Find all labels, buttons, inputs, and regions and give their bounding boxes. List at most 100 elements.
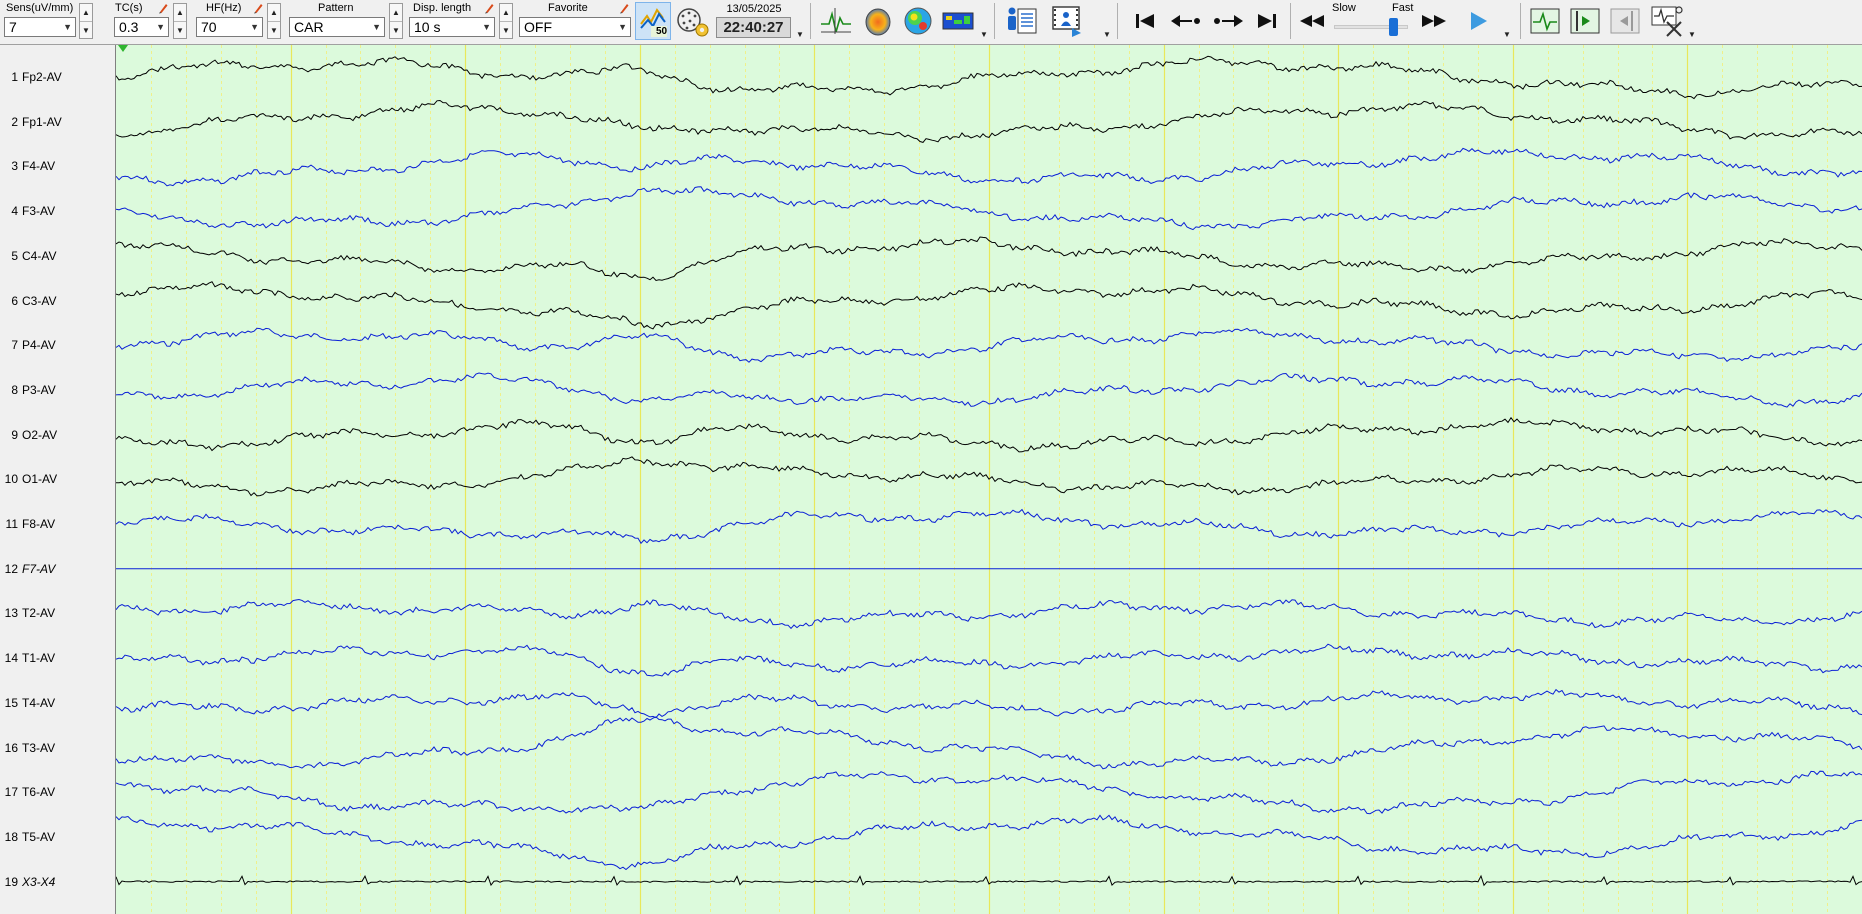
- topography-button[interactable]: [900, 4, 936, 38]
- chevron-down-icon[interactable]: ▼: [796, 30, 804, 39]
- channel-label[interactable]: 13 T2-AV: [0, 605, 55, 621]
- channel-label[interactable]: 14 T1-AV: [0, 650, 55, 666]
- channel-number: 11: [5, 517, 18, 531]
- recording-time[interactable]: 22:40:27: [716, 17, 791, 38]
- hf-label: HF(Hz): [206, 2, 242, 14]
- channel-label[interactable]: 3 F4-AV: [0, 158, 55, 174]
- channel-label[interactable]: 2 Fp1-AV: [0, 114, 62, 130]
- channel-label[interactable]: 16 T3-AV: [0, 740, 55, 756]
- chevron-down-icon[interactable]: ▼: [1688, 30, 1696, 39]
- electrode-settings-button[interactable]: [674, 4, 712, 38]
- go-to-end-button[interactable]: [1250, 4, 1284, 38]
- video-button[interactable]: [1048, 4, 1086, 38]
- channel-number: 4: [11, 204, 18, 219]
- channel-label-panel: 1 Fp2-AV 2 Fp1-AV 3 F4-AV 4 F3-AV 5 C4-AV 6 C3-AV 7 P…: [0, 45, 116, 914]
- montage-50-toggle[interactable]: 50: [635, 2, 671, 40]
- spectrogram-icon: [942, 12, 974, 30]
- waveform-analysis-button[interactable]: [818, 4, 854, 38]
- marker-play-button[interactable]: [1568, 4, 1602, 38]
- speed-slider[interactable]: [1332, 16, 1410, 38]
- sens-select[interactable]: 7 ▼: [4, 17, 76, 37]
- eeg-waveform-area[interactable]: [116, 45, 1862, 914]
- spin-down-icon[interactable]: ▼: [390, 21, 402, 39]
- play-button[interactable]: [1460, 4, 1496, 38]
- disp-length-spinner[interactable]: ▲ ▼: [499, 3, 513, 39]
- sens-spinner[interactable]: ▲ ▼: [79, 3, 93, 39]
- favorite-label: Favorite: [548, 2, 588, 14]
- chevron-down-icon[interactable]: ▼: [980, 30, 988, 39]
- spin-down-icon[interactable]: ▼: [500, 21, 512, 39]
- spin-down-icon[interactable]: ▼: [174, 21, 186, 39]
- toolbar-separator: [810, 3, 811, 39]
- chevron-down-icon[interactable]: ▼: [1503, 30, 1511, 39]
- favorite-select[interactable]: OFF ▼: [519, 17, 631, 37]
- channel-label[interactable]: 18 T5-AV: [0, 829, 55, 845]
- sens-label: Sens(uV/mm): [6, 2, 74, 14]
- skip-to-start-icon: [1136, 14, 1154, 28]
- channel-label[interactable]: 19 X3-X4: [0, 874, 56, 890]
- speed-slider-thumb[interactable]: [1389, 18, 1399, 36]
- report-button[interactable]: [1002, 4, 1040, 38]
- next-page-button[interactable]: [1208, 4, 1248, 38]
- channel-name: Fp1-AV: [22, 114, 62, 129]
- pattern-spinner[interactable]: ▲ ▼: [389, 3, 403, 39]
- marker-back-button[interactable]: [1608, 4, 1642, 38]
- channel-label[interactable]: 17 T6-AV: [0, 784, 55, 800]
- previous-page-button[interactable]: [1166, 4, 1206, 38]
- channel-label[interactable]: 7 P4-AV: [0, 337, 55, 353]
- spin-up-icon[interactable]: ▲: [80, 4, 92, 21]
- waveform-mode-button[interactable]: [1528, 4, 1562, 38]
- channel-number: 12: [4, 561, 18, 576]
- electrode-tools-button[interactable]: [1648, 4, 1686, 38]
- spin-up-icon[interactable]: ▲: [390, 4, 402, 21]
- channel-name: P3-AV: [22, 382, 56, 397]
- channel-label[interactable]: 5 C4-AV: [0, 248, 56, 264]
- channel-number: 7: [11, 338, 18, 353]
- toolbar: Sens(uV/mm) 7 ▼ ▲ ▼ TC(s) 0.3 ▼ ▲ ▼ HF(Hz)…: [0, 0, 1862, 45]
- spin-up-icon[interactable]: ▲: [174, 4, 186, 21]
- pattern-label: Pattern: [318, 2, 354, 14]
- spin-up-icon[interactable]: ▲: [500, 4, 512, 21]
- play-icon: [1471, 12, 1487, 30]
- pattern-select[interactable]: CAR ▼: [289, 17, 385, 37]
- spectrum-button[interactable]: [940, 4, 976, 38]
- marker-back-icon: [1610, 8, 1640, 34]
- channel-label[interactable]: 4 F3-AV: [0, 203, 55, 219]
- channel-number: 18: [4, 829, 18, 844]
- favorite-value: OFF: [524, 19, 552, 35]
- channel-label[interactable]: 8 P3-AV: [0, 382, 56, 398]
- channel-label[interactable]: 10 O1-AV: [0, 471, 57, 487]
- pencil-icon[interactable]: [619, 2, 629, 14]
- channel-label[interactable]: 15 T4-AV: [0, 695, 55, 711]
- channel-label[interactable]: 6 C3-AV: [0, 293, 56, 309]
- pencil-icon[interactable]: [158, 2, 168, 14]
- spin-up-icon[interactable]: ▲: [268, 4, 280, 21]
- pattern-value: CAR: [294, 19, 324, 35]
- pencil-icon[interactable]: [484, 2, 494, 14]
- channel-name: T5-AV: [22, 829, 56, 844]
- speed-fast-label: Fast: [1392, 2, 1414, 14]
- channel-label[interactable]: 12 F7-AV: [0, 561, 56, 577]
- badge-number: 50: [656, 26, 668, 37]
- chevron-down-icon[interactable]: ▼: [1103, 30, 1111, 39]
- pencil-icon[interactable]: [253, 2, 263, 14]
- tc-select[interactable]: 0.3 ▼: [114, 17, 169, 37]
- head-map-button[interactable]: [860, 4, 896, 38]
- channel-name: C4-AV: [22, 248, 57, 263]
- channel-label[interactable]: 11 F8-AV: [0, 516, 56, 532]
- go-to-start-button[interactable]: [1128, 4, 1162, 38]
- chevron-down-icon: ▼: [156, 22, 165, 32]
- chevron-down-icon: ▼: [618, 22, 627, 32]
- disp-length-select[interactable]: 10 s ▼: [409, 17, 495, 37]
- tc-spinner[interactable]: ▲ ▼: [173, 3, 187, 39]
- spin-down-icon[interactable]: ▼: [80, 21, 92, 39]
- head-gear-icon: [677, 8, 709, 37]
- rewind-button[interactable]: [1296, 4, 1328, 38]
- spin-down-icon[interactable]: ▼: [268, 21, 280, 39]
- channel-label[interactable]: 9 O2-AV: [0, 427, 57, 443]
- fast-forward-button[interactable]: [1418, 4, 1450, 38]
- hf-select[interactable]: 70 ▼: [196, 17, 263, 37]
- channel-label[interactable]: 1 Fp2-AV: [0, 69, 61, 85]
- hf-spinner[interactable]: ▲ ▼: [267, 3, 281, 39]
- toolbar-separator: [1290, 3, 1291, 39]
